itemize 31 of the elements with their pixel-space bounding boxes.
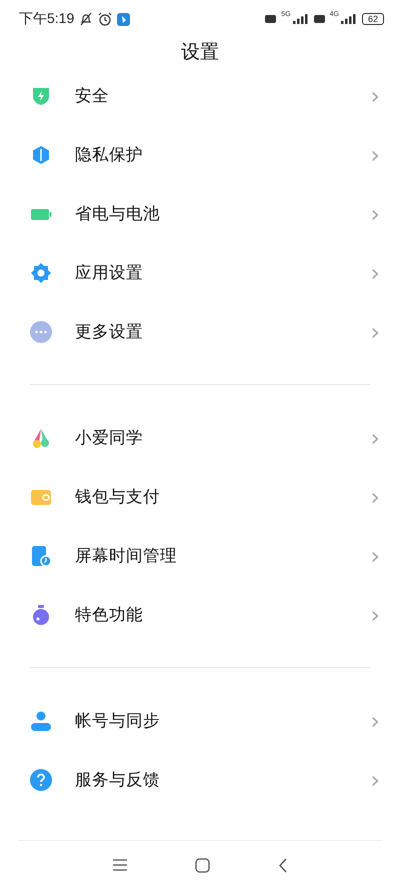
- mute-icon: [79, 12, 94, 26]
- alarm-icon: [98, 12, 112, 26]
- status-time: 下午5:19: [19, 10, 74, 28]
- back-icon[interactable]: [278, 858, 288, 872]
- settings-item[interactable]: 服务与反馈 ›: [0, 750, 400, 809]
- settings-item[interactable]: 钱包与支付 ›: [0, 467, 400, 526]
- assistant-icon: [30, 426, 52, 448]
- screen-time-icon: [30, 544, 52, 566]
- menu-icon[interactable]: [112, 858, 128, 872]
- flask-icon: [30, 604, 52, 626]
- settings-item[interactable]: 隐私保护 ›: [0, 125, 400, 184]
- settings-item[interactable]: 小爱同学 ›: [0, 408, 400, 467]
- page-title: 设置: [181, 40, 219, 65]
- signal-icon: [340, 14, 357, 24]
- hd-icon: [314, 15, 325, 23]
- more-icon: [30, 320, 52, 342]
- settings-item[interactable]: 应用设置 ›: [0, 243, 400, 302]
- battery-level: 62: [362, 13, 384, 25]
- settings-item[interactable]: 帐号与同步 ›: [0, 691, 400, 750]
- help-icon: [30, 768, 52, 790]
- home-icon[interactable]: [195, 858, 210, 872]
- settings-item[interactable]: 特色功能 ›: [0, 585, 400, 644]
- app-notification-icon: [117, 12, 130, 26]
- settings-icon: [30, 262, 52, 284]
- hd-icon: [265, 15, 276, 23]
- settings-item[interactable]: 省电与电池 ›: [0, 184, 400, 243]
- signal-icon: [292, 14, 309, 24]
- settings-item[interactable]: 安全 ›: [0, 66, 400, 125]
- settings-item[interactable]: 屏幕时间管理 ›: [0, 526, 400, 585]
- account-icon: [30, 710, 52, 732]
- settings-item[interactable]: 更多设置 ›: [0, 302, 400, 361]
